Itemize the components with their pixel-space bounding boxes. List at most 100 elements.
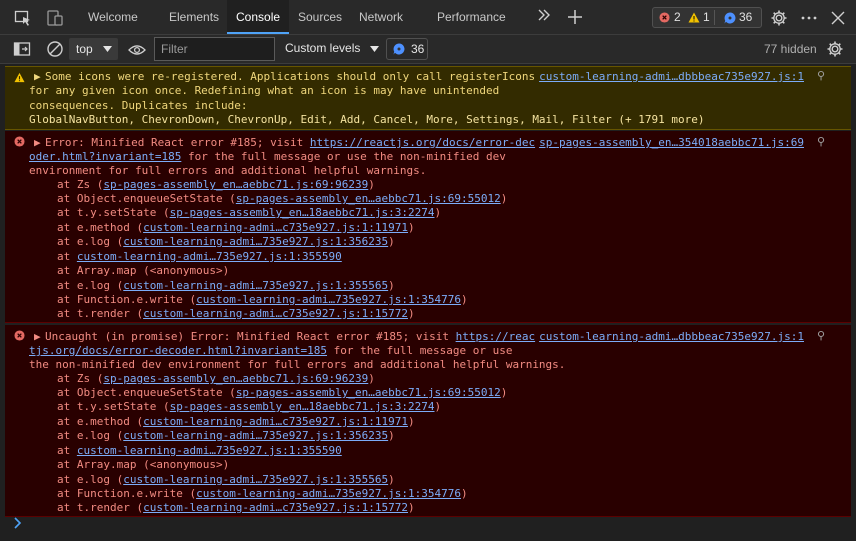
- clear-console-icon[interactable]: [46, 40, 64, 58]
- error-head-line: Error: Minified React error #185; visit …: [45, 136, 535, 150]
- chevron-down-icon: [103, 46, 112, 52]
- source-link[interactable]: sp-pages-assembly_en…354018aebbc71.js:69: [539, 136, 804, 149]
- filter-input[interactable]: [154, 37, 275, 61]
- stack-frame-link[interactable]: sp-pages-assembly_en…aebbc71.js:69:96239: [103, 178, 368, 191]
- stack-frame-link[interactable]: custom-learning-admi…735e927.js:1:355590: [77, 250, 342, 263]
- stack-frame-link[interactable]: custom-learning-admi…c735e927.js:1:15772: [143, 501, 408, 514]
- error-text: for the full message or use the non-mini…: [181, 150, 506, 163]
- console-settings-gear-icon[interactable]: [826, 40, 844, 58]
- error-head-line: the non-minified dev environment for ful…: [29, 358, 566, 371]
- warning-line: for any given icon once. Redefining what…: [29, 84, 500, 97]
- error-warning-counts[interactable]: 2 1 36: [652, 7, 762, 28]
- error-doc-link[interactable]: tjs.org/docs/error-decoder.html?invarian…: [29, 344, 327, 357]
- error-doc-link[interactable]: https://reactjs.org/docs/error-dec: [310, 136, 535, 149]
- error-head-line: tjs.org/docs/error-decoder.html?invarian…: [29, 344, 512, 358]
- hidden-messages-count: 77 hidden: [764, 42, 817, 56]
- stack-frame-link[interactable]: custom-learning-admi…c735e927.js:1:11971: [143, 221, 408, 234]
- stack-frame-link[interactable]: custom-learning-admi…735e927.js:1:354776: [196, 293, 461, 306]
- chevron-down-icon: [369, 46, 379, 52]
- source-link[interactable]: custom-learning-admi…dbbbeac735e927.js:1: [539, 70, 804, 83]
- error-message: ▶ Uncaught (in promise) Error: Minified …: [5, 325, 851, 517]
- stack-frame-link[interactable]: custom-learning-admi…735e927.js:1:356235: [123, 235, 388, 248]
- stack-frame-link[interactable]: custom-learning-admi…735e927.js:1:355590: [77, 444, 342, 457]
- search-icon[interactable]: ⚲: [817, 135, 825, 148]
- stack-frame-link[interactable]: custom-learning-admi…c735e927.js:1:11971: [143, 415, 408, 428]
- warning-line: consequences. Duplicates include:: [29, 99, 248, 112]
- search-icon[interactable]: ⚲: [817, 329, 825, 342]
- stack-frame-link[interactable]: sp-pages-assembly_en…aebbc71.js:69:55012: [236, 192, 501, 205]
- stack-frame: at t.render (custom-learning-admi…c735e9…: [57, 307, 415, 320]
- expand-triangle-icon[interactable]: ▶: [34, 70, 41, 84]
- stack-frame: at custom-learning-admi…735e927.js:1:355…: [57, 444, 342, 457]
- stack-frame: at e.log (custom-learning-admi…735e927.j…: [57, 429, 395, 442]
- context-selector[interactable]: top: [69, 38, 118, 60]
- error-text: Error: Minified React error #185; visit: [45, 136, 310, 149]
- stack-frame-link[interactable]: custom-learning-admi…735e927.js:1:354776: [196, 487, 461, 500]
- inspect-element-icon[interactable]: [14, 9, 32, 27]
- issues-icon: [393, 43, 405, 55]
- stack-frame: at e.method (custom-learning-admi…c735e9…: [57, 221, 415, 234]
- source-link[interactable]: custom-learning-admi…dbbbeac735e927.js:1: [539, 330, 804, 343]
- stack-frame: at t.y.setState (sp-pages-assembly_en…18…: [57, 400, 442, 413]
- warning-icon: [688, 12, 700, 23]
- add-tab-icon[interactable]: [566, 8, 584, 26]
- stack-frame-link[interactable]: custom-learning-admi…c735e927.js:1:15772: [143, 307, 408, 320]
- tab-console[interactable]: Console: [227, 0, 289, 34]
- error-doc-link[interactable]: oder.html?invariant=185: [29, 150, 181, 163]
- error-icon: [14, 136, 25, 147]
- context-label: top: [76, 42, 93, 56]
- error-icon: [14, 330, 25, 341]
- stack-frame: at Function.e.write (custom-learning-adm…: [57, 487, 468, 500]
- error-message: ▶ Error: Minified React error #185; visi…: [5, 131, 851, 323]
- device-emulation-icon[interactable]: [46, 9, 64, 27]
- warning-message: ▶ Some icons were re-registered. Applica…: [5, 66, 851, 130]
- error-text: for the full message or use: [327, 344, 513, 357]
- stack-frame: at Zs (sp-pages-assembly_en…aebbc71.js:6…: [57, 178, 375, 191]
- stack-frame: at t.y.setState (sp-pages-assembly_en…18…: [57, 206, 442, 219]
- issues-button[interactable]: 36: [386, 38, 428, 60]
- sidebar-toggle-icon[interactable]: [13, 40, 31, 58]
- stack-frame: at e.log (custom-learning-admi…735e927.j…: [57, 473, 395, 486]
- close-devtools-icon[interactable]: [829, 9, 847, 27]
- log-levels-dropdown[interactable]: Custom levels: [285, 41, 379, 55]
- stack-frame: at Array.map (<anonymous>): [57, 264, 230, 277]
- expand-triangle-icon[interactable]: ▶: [34, 136, 41, 150]
- log-levels-label: Custom levels: [285, 41, 361, 55]
- warning-count: 1: [703, 10, 710, 24]
- more-tabs-chevron-icon[interactable]: [537, 8, 555, 26]
- stack-frame-link[interactable]: custom-learning-admi…735e927.js:1:355565: [123, 279, 388, 292]
- stack-frame: at Zs (sp-pages-assembly_en…aebbc71.js:6…: [57, 372, 375, 385]
- stack-frame-link[interactable]: sp-pages-assembly_en…aebbc71.js:69:96239: [103, 372, 368, 385]
- error-icon: [659, 12, 670, 23]
- tab-sources[interactable]: Sources: [298, 0, 342, 34]
- stack-frame: at custom-learning-admi…735e927.js:1:355…: [57, 250, 342, 263]
- tab-welcome[interactable]: Welcome: [88, 0, 138, 34]
- tab-network[interactable]: Network: [359, 0, 403, 34]
- stack-frame: at Object.enqueueSetState (sp-pages-asse…: [57, 386, 508, 399]
- search-icon[interactable]: ⚲: [817, 69, 825, 82]
- error-head-line: Uncaught (in promise) Error: Minified Re…: [45, 330, 535, 344]
- stack-frame-link[interactable]: custom-learning-admi…735e927.js:1:355565: [123, 473, 388, 486]
- stack-frame-link[interactable]: sp-pages-assembly_en…18aebbc71.js:3:2274: [170, 400, 435, 413]
- issues-icon: [724, 12, 736, 24]
- settings-gear-icon[interactable]: [770, 9, 788, 27]
- issues-button-count: 36: [411, 42, 425, 56]
- error-head-line: environment for full errors and addition…: [29, 164, 427, 177]
- warning-line: Some icons were re-registered. Applicati…: [45, 70, 536, 83]
- tab-elements[interactable]: Elements: [169, 0, 219, 34]
- error-text: Uncaught (in promise) Error: Minified Re…: [45, 330, 456, 343]
- error-doc-link[interactable]: https://reac: [456, 330, 535, 343]
- stack-frame: at t.render (custom-learning-admi…c735e9…: [57, 501, 415, 514]
- devtools-tab-bar: Welcome Elements Console Sources Network…: [0, 0, 856, 35]
- stack-frame-link[interactable]: custom-learning-admi…735e927.js:1:356235: [123, 429, 388, 442]
- console-prompt-chevron-icon[interactable]: [14, 516, 22, 532]
- stack-frame-link[interactable]: sp-pages-assembly_en…18aebbc71.js:3:2274: [170, 206, 435, 219]
- more-options-icon[interactable]: [800, 9, 818, 27]
- live-expression-eye-icon[interactable]: [128, 41, 146, 59]
- tab-performance[interactable]: Performance: [437, 0, 506, 34]
- issues-count: 36: [739, 10, 753, 24]
- stack-frame-link[interactable]: sp-pages-assembly_en…aebbc71.js:69:55012: [236, 386, 501, 399]
- error-count: 2: [674, 10, 681, 24]
- stack-frame: at Array.map (<anonymous>): [57, 458, 230, 471]
- expand-triangle-icon[interactable]: ▶: [34, 330, 41, 344]
